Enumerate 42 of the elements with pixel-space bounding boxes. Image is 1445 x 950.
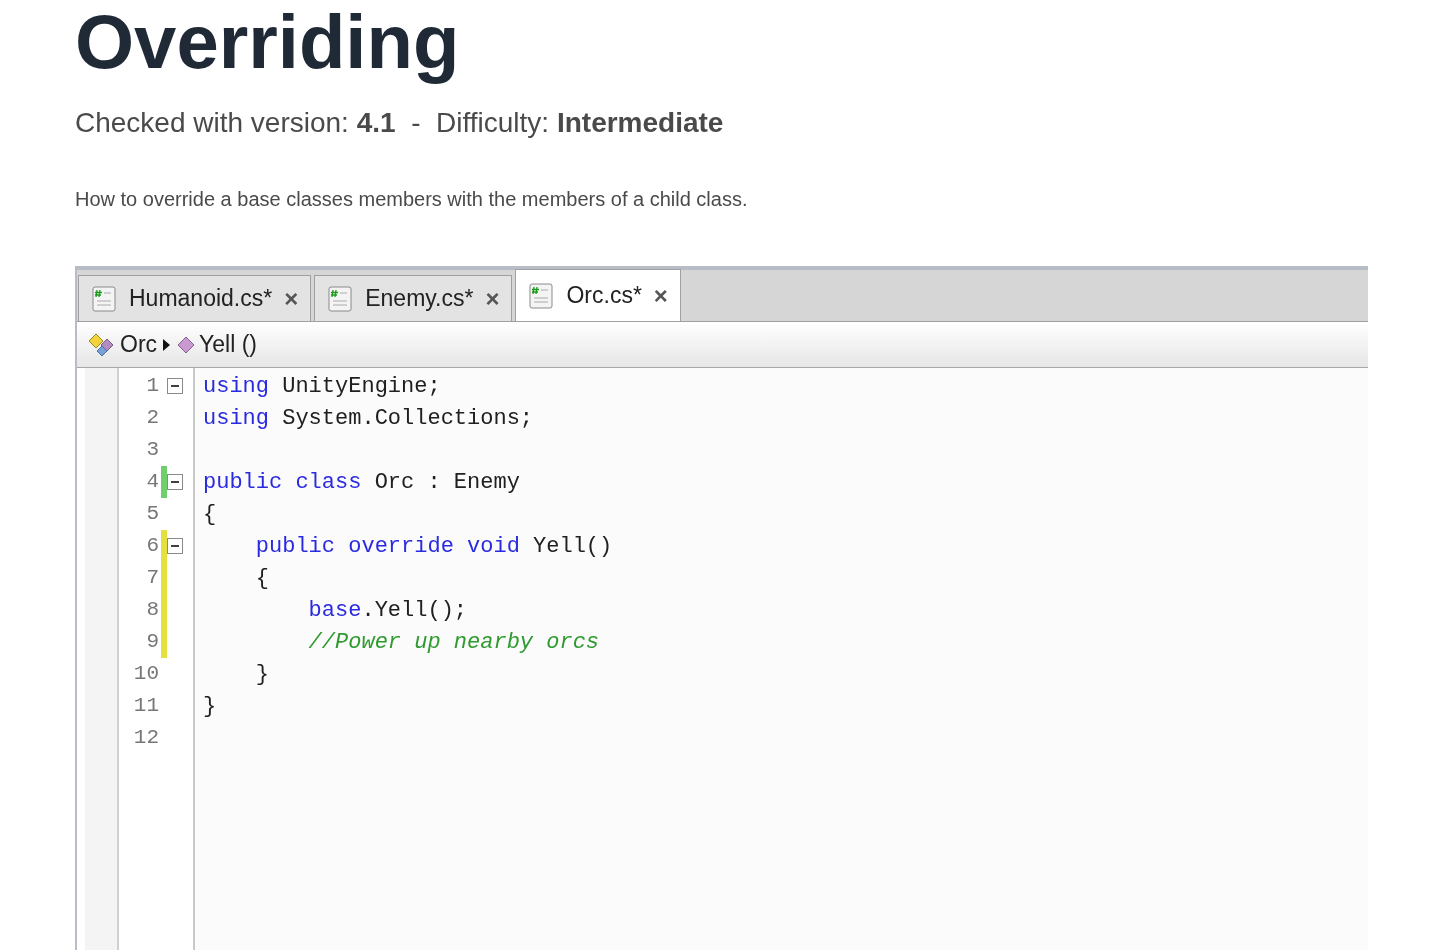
collapse-icon[interactable] xyxy=(167,538,183,554)
code-line: } xyxy=(203,692,217,721)
close-button[interactable]: × xyxy=(653,283,668,308)
line-number: 5 xyxy=(145,501,160,528)
editor-tab[interactable]: Enemy.cs* × xyxy=(314,275,513,321)
file-icon xyxy=(91,285,117,312)
code-line: { xyxy=(254,564,269,593)
method-icon xyxy=(176,334,197,355)
line-number: 12 xyxy=(132,725,160,752)
tab-label: Enemy.cs* xyxy=(365,284,474,314)
code-line: using System.Collections; xyxy=(203,404,534,433)
code-line: base.Yell(); xyxy=(307,596,468,625)
code-line: public override void Yell() xyxy=(254,532,613,561)
collapse-icon[interactable] xyxy=(167,378,183,394)
code-line: using UnityEngine; xyxy=(203,372,441,401)
file-icon xyxy=(327,285,354,312)
code-line: public class Orc : Enemy xyxy=(203,468,520,497)
line-number: 7 xyxy=(145,565,160,592)
line-number: 3 xyxy=(145,437,160,464)
code-line: //Power up nearby orcs xyxy=(307,628,600,657)
line-number: 6 xyxy=(145,533,160,560)
tab-label: Humanoid.cs* xyxy=(129,284,273,314)
line-number: 1 xyxy=(145,373,160,400)
version-difficulty: Checked with version: 4.1 - Difficulty: Intermediate xyxy=(75,107,724,138)
code-line: } xyxy=(254,660,269,689)
description: How to override a base classes members with the members of a child class. xyxy=(75,188,748,210)
line-number: 10 xyxy=(132,661,160,688)
file-icon xyxy=(528,282,555,309)
code-line: { xyxy=(203,500,217,529)
breadcrumb-item[interactable]: Orc xyxy=(120,327,158,362)
breadcrumb-item[interactable]: Yell () xyxy=(199,327,257,362)
line-number: 11 xyxy=(132,693,160,720)
editor-tab[interactable]: Humanoid.cs* × xyxy=(78,275,312,321)
line-number: 9 xyxy=(145,629,160,656)
line-number: 4 xyxy=(145,469,160,496)
line-number: 8 xyxy=(145,597,160,624)
line-number: 2 xyxy=(145,405,160,432)
tab-label: Orc.cs* xyxy=(566,281,642,311)
collapse-icon[interactable] xyxy=(167,474,183,490)
close-button[interactable]: × xyxy=(284,286,299,311)
editor-tab[interactable]: Orc.cs* × xyxy=(515,269,681,321)
close-button[interactable]: × xyxy=(485,286,500,311)
